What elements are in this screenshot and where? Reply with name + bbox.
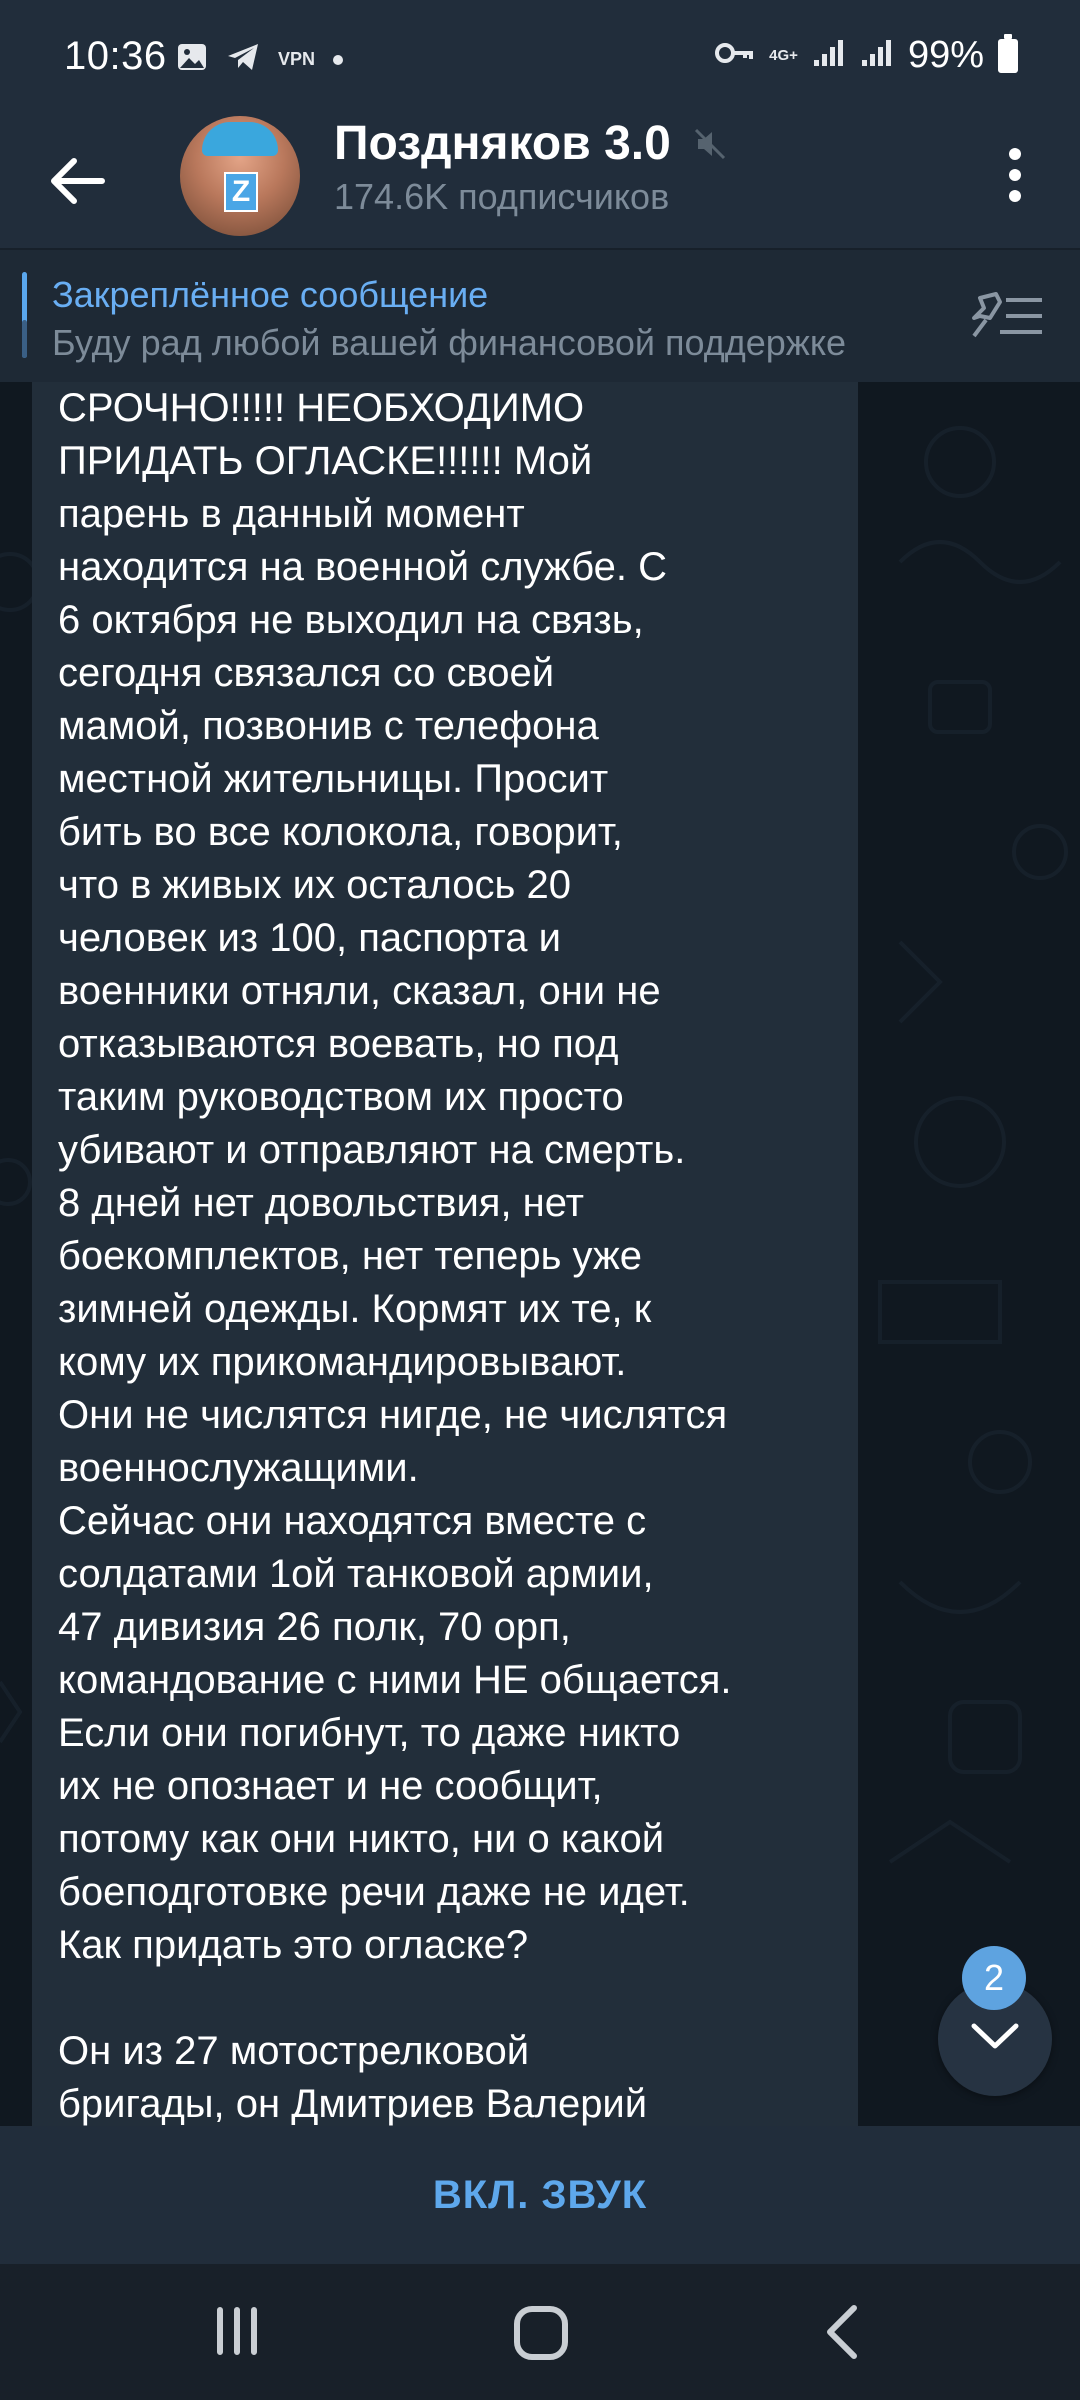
channel-avatar[interactable]: Z bbox=[180, 116, 300, 236]
message-line: командование с ними НЕ общается. bbox=[58, 1658, 732, 1702]
message-text: СРОЧНО!!!!! НЕОБХОДИМО ПРИДАТЬ ОГЛАСКЕ!!!… bbox=[58, 382, 858, 2126]
more-vertical-icon[interactable] bbox=[990, 140, 1040, 210]
pinned-list-icon[interactable] bbox=[970, 286, 1046, 346]
back-button[interactable] bbox=[44, 146, 114, 216]
recent-apps-icon[interactable] bbox=[212, 2306, 262, 2356]
chevron-down-icon bbox=[971, 2023, 1019, 2049]
avatar-cap bbox=[202, 122, 278, 156]
unmute-button[interactable]: ВКЛ. ЗВУК bbox=[0, 2126, 1080, 2264]
message-line: 47 дивизия 26 полк, 70 орп, bbox=[58, 1605, 571, 1649]
back-arrow-icon bbox=[51, 158, 105, 204]
pinned-text: Буду рад любой вашей финансовой поддержк… bbox=[52, 322, 847, 363]
message-line: находится на военной службе. С bbox=[58, 545, 668, 589]
message-line: парень в данный момент bbox=[58, 492, 525, 536]
message-line: боеподготовке речи даже не идет. bbox=[58, 1870, 690, 1914]
pinned-message-bar[interactable]: Закреплённое сообщение Буду рад любой ва… bbox=[0, 248, 1080, 382]
message-line bbox=[58, 1972, 858, 2025]
message-line: Как придать это огласке? bbox=[58, 1923, 529, 1967]
status-icons-right: 4G+ 99% bbox=[715, 33, 1018, 77]
message-line: потому как они никто, ни о какой bbox=[58, 1817, 665, 1861]
nav-back-icon[interactable] bbox=[822, 2304, 862, 2360]
message-line: боекомплектов, нет теперь уже bbox=[58, 1234, 643, 1278]
message-line: Он из 27 мотострелковой bbox=[58, 2029, 530, 2073]
dot-icon bbox=[333, 54, 344, 65]
message-line: Сейчас они находятся вместе с bbox=[58, 1499, 647, 1543]
message-line: зимней одежды. Кормят их те, к bbox=[58, 1287, 652, 1331]
vpn-icon: VPN bbox=[278, 49, 316, 69]
chat-header: Z Поздняков 3.0 174.6K подписчиков bbox=[0, 116, 1080, 248]
signal-icon bbox=[812, 38, 846, 73]
message-line: солдатами 1ой танковой армии, bbox=[58, 1552, 654, 1596]
pinned-title: Закреплённое сообщение bbox=[52, 274, 489, 315]
message-line: ПРИДАТЬ ОГЛАСКЕ!!!!!! Мой bbox=[58, 439, 593, 483]
telegram-icon bbox=[226, 42, 260, 77]
subscriber-count: 174.6K подписчиков bbox=[334, 176, 670, 217]
message-line: кому их прикомандировывают. bbox=[58, 1340, 627, 1384]
avatar-letter: Z bbox=[231, 175, 251, 208]
message-line: 8 дней нет довольствия, нет bbox=[58, 1181, 584, 1225]
home-icon[interactable] bbox=[514, 2306, 568, 2360]
unread-count-badge: 2 bbox=[962, 1946, 1026, 2010]
message-line: их не опознает и не сообщит, bbox=[58, 1764, 603, 1808]
battery-percent: 99% bbox=[907, 34, 984, 76]
signal-icon bbox=[860, 38, 894, 73]
message-line: убивают и отправляют на смерть. bbox=[58, 1128, 686, 1172]
message-line: мамой, позвонив с телефона bbox=[58, 704, 599, 748]
network-type-label: 4G+ bbox=[769, 46, 798, 64]
message-line: человек из 100, паспорта и bbox=[58, 916, 561, 960]
message-line: 6 октября не выходил на связь, bbox=[58, 598, 644, 642]
message-line: отказываются воевать, но под bbox=[58, 1022, 619, 1066]
telegram-channel-screen: 10:36 VPN 4G+ 99% Z Поздняков 3.0 174.6K… bbox=[0, 0, 1080, 2400]
message-line: военники отняли, сказал, они не bbox=[58, 969, 661, 1013]
message-line: Если они погибнут, то даже никто bbox=[58, 1711, 681, 1755]
message-line: сегодня связался со своей bbox=[58, 651, 555, 695]
system-nav-bar bbox=[0, 2264, 1080, 2400]
message-line: Они не числятся нигде, не числятся bbox=[58, 1393, 728, 1437]
image-icon bbox=[176, 42, 208, 77]
message-line: СРОЧНО!!!!! НЕОБХОДИМО bbox=[58, 386, 585, 430]
key-icon bbox=[715, 41, 755, 70]
avatar-z-badge: Z bbox=[224, 172, 258, 212]
message-line: что в живых их осталось 20 bbox=[58, 863, 571, 907]
status-bar: 10:36 VPN 4G+ 99% bbox=[0, 0, 1080, 116]
message-line: бригады, он Дмитриев Валерий bbox=[58, 2082, 648, 2126]
status-icons-left: VPN bbox=[176, 42, 344, 77]
channel-title[interactable]: Поздняков 3.0 bbox=[334, 116, 671, 171]
message-line: местной жительницы. Просит bbox=[58, 757, 609, 801]
battery-icon bbox=[998, 33, 1018, 73]
chat-area[interactable]: СРОЧНО!!!!! НЕОБХОДИМО ПРИДАТЬ ОГЛАСКЕ!!!… bbox=[0, 382, 1080, 2126]
message-line: военнослужащими. bbox=[58, 1446, 419, 1490]
message-line: таким руководством их просто bbox=[58, 1075, 624, 1119]
status-time: 10:36 bbox=[64, 34, 167, 78]
muted-icon bbox=[692, 126, 728, 162]
pinned-indicator-segment bbox=[22, 320, 27, 358]
bottom-action-bar: ВКЛ. ЗВУК bbox=[0, 2126, 1080, 2264]
message-line: бить во все колокола, говорит, bbox=[58, 810, 623, 854]
